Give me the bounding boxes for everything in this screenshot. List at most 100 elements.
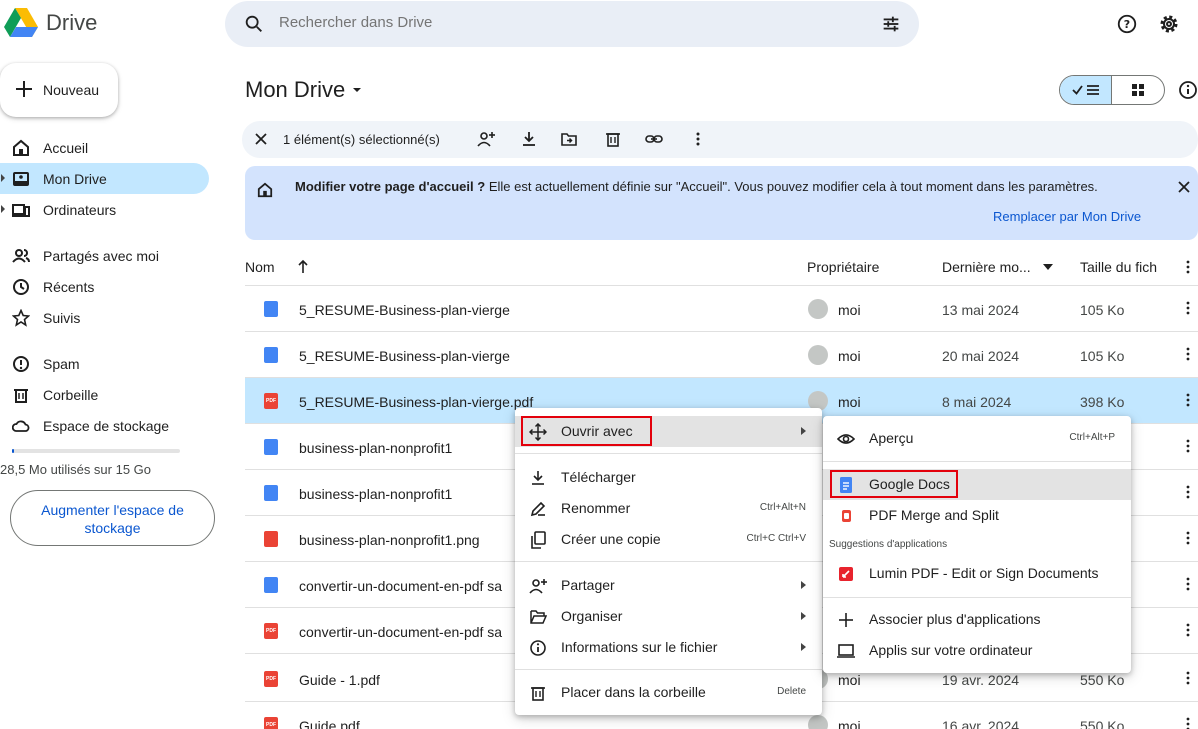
replace-with-my-drive-link[interactable]: Remplacer par Mon Drive — [993, 209, 1141, 224]
expand-caret-icon[interactable] — [1, 205, 5, 213]
file-modified-date: 16 avr. 2024 — [942, 718, 1020, 729]
file-modified-date: 13 mai 2024 — [942, 302, 1020, 318]
more-options-icon[interactable] — [1181, 531, 1195, 545]
file-size: 105 Ko — [1080, 348, 1125, 364]
plus-icon — [839, 613, 853, 627]
help-icon[interactable]: ? — [1116, 13, 1138, 35]
expand-caret-icon[interactable] — [1, 174, 5, 182]
sidebar-item-storage[interactable]: Espace de stockage — [0, 410, 209, 441]
file-row[interactable]: 5_RESUME-Business-plan-vierge moi 20 mai… — [245, 332, 1198, 378]
sidebar-item-label: Partagés avec moi — [43, 248, 159, 264]
sidebar-item-home[interactable]: Accueil — [0, 132, 209, 163]
file-name: convertir-un-document-en-pdf sa — [299, 578, 503, 594]
column-header-name[interactable]: Nom — [245, 259, 275, 275]
search-bar[interactable] — [225, 1, 919, 47]
sidebar-item-label: Suivis — [43, 310, 81, 326]
info-icon[interactable] — [1178, 80, 1198, 100]
more-options-icon[interactable] — [1181, 301, 1195, 315]
drive-logo-icon — [4, 8, 38, 37]
sidebar-item-starred[interactable]: Suivis — [0, 302, 209, 333]
menu-item-label: Organiser — [561, 608, 623, 624]
more-options-icon[interactable] — [1181, 485, 1195, 499]
column-header-owner[interactable]: Propriétaire — [807, 259, 879, 275]
file-modified-date: 19 avr. 2024 — [942, 672, 1020, 688]
more-options-icon[interactable] — [1181, 577, 1195, 591]
column-header-modified[interactable]: Dernière mo... — [942, 259, 1031, 275]
owner-avatar — [808, 345, 828, 365]
list-view-button[interactable] — [1060, 76, 1113, 104]
submenu-item-desktop-apps[interactable]: Applis sur votre ordinateur — [823, 635, 1131, 666]
page-title[interactable]: Mon Drive — [245, 77, 363, 103]
menu-item-make-copy[interactable]: Créer une copie Ctrl+C Ctrl+V — [515, 524, 822, 555]
menu-item-share[interactable]: Partager — [515, 570, 822, 601]
download-icon[interactable] — [520, 130, 538, 148]
more-options-icon[interactable] — [1181, 439, 1195, 453]
more-options-icon[interactable] — [1181, 717, 1195, 729]
file-name: business-plan-nonprofit1 — [299, 486, 453, 502]
pencil-icon — [530, 501, 546, 517]
sort-dropdown-icon[interactable] — [1043, 264, 1053, 270]
page-title-text: Mon Drive — [245, 77, 346, 102]
sidebar-item-computers[interactable]: Ordinateurs — [0, 194, 209, 225]
upgrade-storage-button[interactable]: Augmenter l'espace de stockage — [10, 490, 215, 546]
clear-selection-icon[interactable] — [253, 131, 269, 147]
more-options-icon[interactable] — [1181, 671, 1195, 685]
sidebar-item-label: Accueil — [43, 140, 89, 156]
submenu-item-connect-more-apps[interactable]: Associer plus d'applications — [823, 604, 1131, 635]
submenu-item-preview[interactable]: Aperçu Ctrl+Alt+P — [823, 423, 1131, 454]
drive-logo[interactable]: Drive — [4, 8, 97, 38]
share-add-person-icon[interactable] — [477, 130, 495, 148]
file-size: 105 Ko — [1080, 302, 1125, 318]
more-options-icon[interactable] — [1181, 623, 1195, 637]
sidebar-item-label: Corbeille — [43, 387, 99, 403]
search-options-icon[interactable] — [880, 13, 902, 35]
banner-message: Modifier votre page d'accueil ? Elle est… — [295, 179, 1098, 194]
view-toggle[interactable] — [1059, 75, 1165, 105]
submenu-item-pdf-merge[interactable]: PDF Merge and Split — [823, 500, 1131, 531]
sidebar-item-label: Ordinateurs — [43, 202, 117, 218]
sidebar-item-recent[interactable]: Récents — [0, 271, 209, 302]
spam-icon — [13, 356, 29, 372]
menu-item-download[interactable]: Télécharger — [515, 462, 822, 493]
highlight-box-open-with — [521, 416, 652, 446]
menu-item-move-to-trash[interactable]: Placer dans la corbeille Delete — [515, 677, 822, 708]
grid-view-button[interactable] — [1112, 76, 1164, 104]
file-row[interactable]: 5_RESUME-Business-plan-vierge moi 13 mai… — [245, 286, 1198, 332]
file-name: 5_RESUME-Business-plan-vierge — [299, 348, 510, 364]
file-name: business-plan-nonprofit1.png — [299, 532, 480, 548]
submenu-item-lumin-pdf[interactable]: Lumin PDF - Edit or Sign Documents — [823, 558, 1131, 589]
search-icon[interactable] — [243, 13, 265, 35]
sort-ascending-icon[interactable] — [297, 259, 309, 275]
menu-item-organize[interactable]: Organiser — [515, 601, 822, 632]
google-docs-file-icon — [264, 347, 278, 363]
settings-gear-icon[interactable] — [1157, 12, 1181, 36]
banner-text: Elle est actuellement définie sur "Accue… — [485, 179, 1098, 194]
suggestions-heading: Suggestions d'applications — [829, 539, 948, 550]
sidebar-item-trash[interactable]: Corbeille — [0, 379, 209, 410]
context-menu: Ouvrir avec Télécharger Renommer Ctrl+Al… — [515, 408, 822, 715]
column-options-icon[interactable] — [1181, 260, 1195, 274]
sidebar-item-shared[interactable]: Partagés avec moi — [0, 240, 209, 271]
submenu-item-label: Associer plus d'applications — [869, 611, 1041, 627]
file-owner: moi — [838, 394, 861, 410]
column-header-size[interactable]: Taille du fich — [1080, 259, 1157, 275]
more-actions-icon[interactable] — [689, 130, 707, 148]
sidebar-item-spam[interactable]: Spam — [0, 348, 209, 379]
menu-item-label: Renommer — [561, 500, 631, 516]
menu-item-file-info[interactable]: Informations sur le fichier — [515, 632, 822, 663]
more-options-icon[interactable] — [1181, 347, 1195, 361]
menu-divider — [515, 669, 822, 670]
menu-item-label: Informations sur le fichier — [561, 639, 718, 655]
move-to-folder-icon[interactable] — [560, 130, 578, 148]
file-modified-date: 8 mai 2024 — [942, 394, 1012, 410]
search-input[interactable] — [279, 14, 839, 31]
copy-link-icon[interactable] — [645, 130, 663, 148]
menu-item-label: Créer une copie — [561, 531, 661, 547]
google-docs-file-icon — [264, 301, 278, 317]
menu-item-rename[interactable]: Renommer Ctrl+Alt+N — [515, 493, 822, 524]
delete-icon[interactable] — [604, 130, 622, 148]
sidebar-item-my-drive[interactable]: Mon Drive — [0, 163, 209, 194]
new-button[interactable]: Nouveau — [0, 63, 118, 117]
more-options-icon[interactable] — [1181, 393, 1195, 407]
close-icon[interactable] — [1177, 180, 1191, 194]
